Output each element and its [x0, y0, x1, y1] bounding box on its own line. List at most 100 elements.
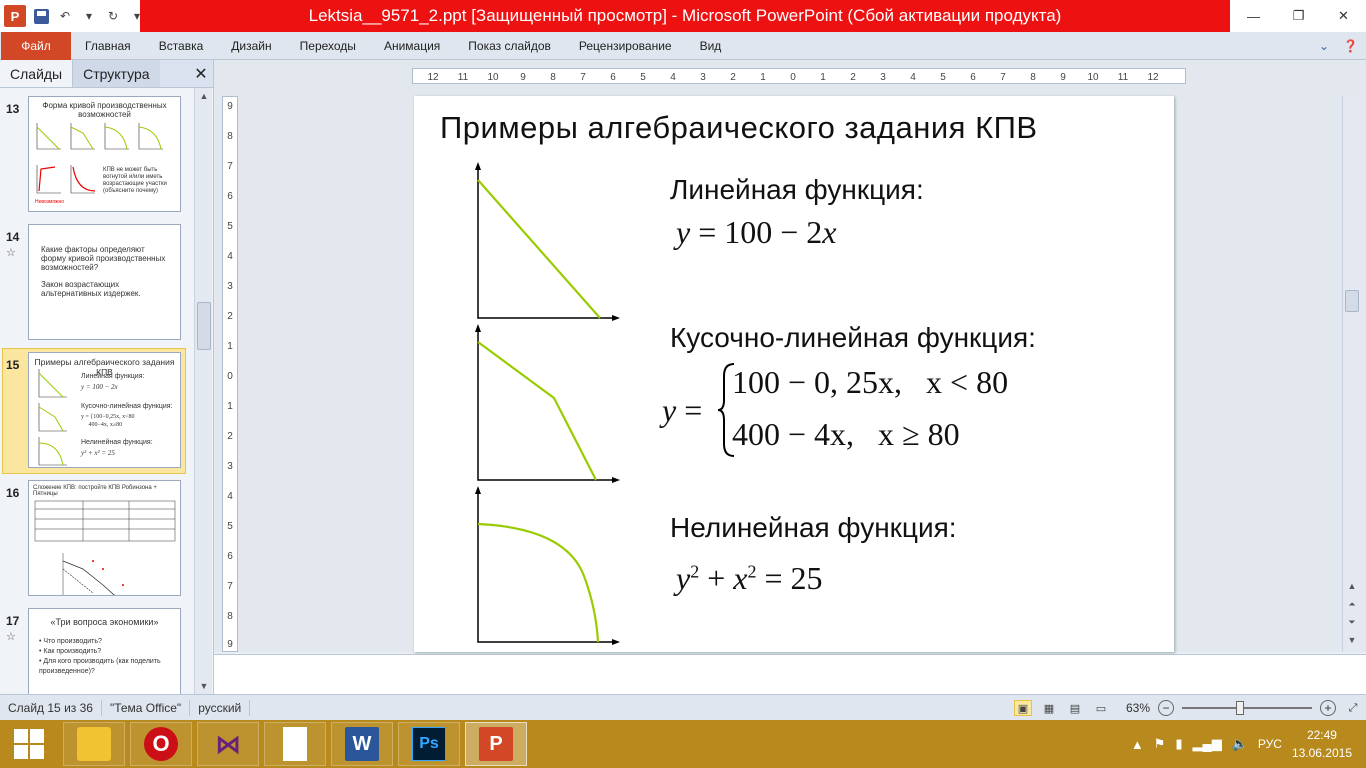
thumbnail-formula-3: y² + x² = 25: [81, 449, 115, 457]
taskbar-visual-studio[interactable]: ⋈: [197, 722, 259, 766]
redo-button[interactable]: ↻: [104, 7, 122, 25]
tab-design[interactable]: Дизайн: [217, 39, 285, 53]
svg-text:6: 6: [227, 551, 233, 562]
thumbnail-preview[interactable]: «Три вопроса экономики» • Что производит…: [28, 608, 181, 694]
zoom-level[interactable]: 63%: [1126, 701, 1150, 715]
taskbar-explorer[interactable]: [63, 722, 125, 766]
thumbnail-bad-label: Невозможно: [35, 199, 65, 205]
tab-animations[interactable]: Анимация: [370, 39, 454, 53]
close-button[interactable]: ✕: [1321, 0, 1366, 32]
tab-home[interactable]: Главная: [71, 39, 145, 53]
next-slide-button[interactable]: ⏷: [1343, 614, 1361, 630]
scroll-down-button[interactable]: ▼: [1343, 632, 1361, 648]
zoom-slider[interactable]: [1182, 701, 1312, 715]
tab-slideshow[interactable]: Показ слайдов: [454, 39, 565, 53]
previous-slide-button[interactable]: ⏶: [1343, 596, 1361, 612]
taskbar-powerpoint[interactable]: P: [465, 722, 527, 766]
taskbar-document[interactable]: [264, 722, 326, 766]
piecewise-row-1[interactable]: 100 − 0, 25x, x < 80: [732, 364, 1008, 401]
zoom-in-button[interactable]: +: [1320, 700, 1336, 716]
linear-label[interactable]: Линейная функция:: [670, 174, 924, 206]
tab-slides[interactable]: Слайды: [0, 60, 74, 87]
linear-formula[interactable]: y = 100 − 2x: [676, 214, 837, 251]
clock[interactable]: 22:49 13.06.2015: [1292, 726, 1352, 762]
scroll-thumb[interactable]: [197, 302, 211, 350]
thumbnail-preview[interactable]: Сложение КПВ: постройте КПВ Робинзона + …: [28, 480, 181, 596]
keyboard-language[interactable]: РУС: [1258, 737, 1282, 751]
horizontal-ruler[interactable]: 12 11 10 9 8765 4321 0123 4567 8 9 10 11 12: [412, 68, 1186, 84]
close-panel-button[interactable]: ✕: [189, 60, 213, 87]
normal-view-icon: ▣: [1017, 702, 1029, 715]
undo-dropdown-button[interactable]: ▾: [80, 7, 98, 25]
slide-thumbnails: 13 Форма кривой производственных возможн…: [0, 88, 194, 694]
powerpoint-logo-icon[interactable]: P: [4, 5, 26, 27]
tab-review[interactable]: Рецензирование: [565, 39, 686, 53]
svg-text:2: 2: [227, 431, 233, 442]
help-button[interactable]: ❓: [1343, 39, 1358, 53]
show-hidden-icons-button[interactable]: ▲: [1131, 737, 1144, 752]
svg-text:12: 12: [427, 72, 439, 83]
svg-text:5: 5: [227, 521, 233, 532]
close-icon: ✕: [1338, 8, 1349, 23]
scroll-down-button[interactable]: ▼: [195, 678, 213, 694]
svg-text:9: 9: [520, 72, 526, 83]
svg-text:7: 7: [1000, 72, 1006, 83]
nonlinear-label[interactable]: Нелинейная функция:: [670, 512, 957, 544]
graph3-x-arrow: [612, 639, 620, 645]
tab-file[interactable]: Файл: [1, 31, 71, 60]
vertical-ruler[interactable]: 9 8 7 6 5 4 3 2 1 0 1 2 3 4 5 6 7 8 9: [222, 96, 238, 652]
slide-sorter-button[interactable]: ▦: [1040, 700, 1058, 716]
piecewise-row-2[interactable]: 400 − 4x, x ≥ 80: [732, 416, 960, 453]
thumbnail-preview[interactable]: Примеры алгебраического задания КПВ Лине…: [28, 352, 181, 468]
thumbnail-preview[interactable]: Форма кривой производственных возможност…: [28, 96, 181, 212]
restore-button[interactable]: ❐: [1276, 0, 1321, 32]
svg-text:1: 1: [760, 72, 766, 83]
thumbnail-number: 13: [6, 102, 20, 116]
tab-view[interactable]: Вид: [686, 39, 736, 53]
taskbar-word[interactable]: W: [331, 722, 393, 766]
fit-slide-button[interactable]: ⤢: [1344, 700, 1362, 716]
slide-canvas[interactable]: Примеры алгебраического задания КПВ Лине…: [414, 96, 1174, 652]
tab-transitions[interactable]: Переходы: [286, 39, 370, 53]
thumbnail-preview[interactable]: Какие факторы определяют форму кривой пр…: [28, 224, 181, 340]
piecewise-formula-lhs[interactable]: y =: [662, 392, 702, 429]
normal-view-button[interactable]: ▣: [1013, 700, 1032, 716]
slide-title[interactable]: Примеры алгебраического задания КПВ: [440, 110, 1038, 146]
scroll-up-button[interactable]: ▲: [195, 88, 213, 104]
theme-name[interactable]: "Тема Office": [102, 699, 191, 716]
zoom-out-button[interactable]: −: [1158, 700, 1174, 716]
notes-pane[interactable]: [214, 654, 1366, 694]
tab-outline[interactable]: Структура: [73, 60, 160, 87]
thumbnail-label-3: Нелинейная функция:: [81, 439, 153, 446]
taskbar-photoshop[interactable]: Ps: [398, 722, 460, 766]
chevron-down-icon: ▾: [85, 9, 93, 23]
flag-icon[interactable]: ⚑: [1154, 736, 1166, 752]
thumbnail-bullet: • Для кого производить (как поделить про…: [39, 658, 161, 675]
scroll-up-button[interactable]: ▲: [1343, 578, 1361, 594]
svg-text:6: 6: [970, 72, 976, 83]
reading-view-button[interactable]: ▤: [1066, 700, 1084, 716]
thumbnail-label-2: Кусочно-линейная функция:: [81, 403, 173, 410]
start-button[interactable]: [0, 720, 58, 768]
svg-text:7: 7: [227, 161, 233, 172]
piecewise-label[interactable]: Кусочно-линейная функция:: [670, 322, 1036, 354]
volume-icon[interactable]: 🔈: [1232, 736, 1248, 752]
taskbar-opera[interactable]: O: [130, 722, 192, 766]
slideshow-button[interactable]: ▭: [1092, 700, 1110, 716]
undo-button[interactable]: ↶: [56, 7, 74, 25]
zoom-slider-knob[interactable]: [1236, 701, 1244, 715]
svg-text:8: 8: [227, 611, 233, 622]
slide-scrollbar[interactable]: ▲ ⏶ ⏷ ▼: [1342, 96, 1360, 652]
minimize-button[interactable]: —: [1231, 0, 1276, 32]
power-icon[interactable]: ▮: [1175, 736, 1182, 752]
thumbnails-scrollbar[interactable]: ▲ ▼: [194, 88, 212, 694]
expand-ribbon-button[interactable]: ⌄: [1319, 39, 1329, 53]
svg-text:8: 8: [550, 72, 556, 83]
save-button[interactable]: [32, 7, 50, 25]
language-indicator[interactable]: русский: [190, 699, 251, 716]
panel-tabs: Слайды Структура ✕: [0, 60, 213, 88]
tab-insert[interactable]: Вставка: [145, 39, 218, 53]
network-icon[interactable]: ▂▄▆: [1193, 736, 1222, 752]
nonlinear-formula[interactable]: y2 + x2 = 25: [676, 560, 823, 597]
scroll-thumb[interactable]: [1345, 290, 1359, 312]
